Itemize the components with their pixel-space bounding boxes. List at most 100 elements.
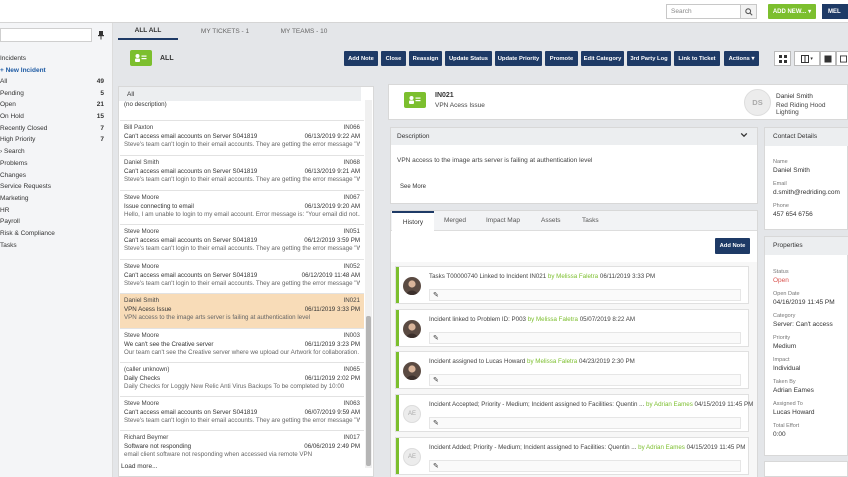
tab-all[interactable]: ALL ALL <box>118 27 178 40</box>
tab-history[interactable]: History <box>392 211 434 231</box>
contact-email[interactable]: d.smith@redriding.com <box>773 189 840 196</box>
actions-dropdown[interactable]: Actions ▾ <box>724 51 759 66</box>
requester-name[interactable]: Daniel Smith <box>776 93 813 100</box>
ticket-list-row[interactable]: Steve Moore IN063 Can't access email acco… <box>120 397 364 431</box>
tab-merged[interactable]: Merged <box>444 217 466 224</box>
list-scrollbar-thumb[interactable] <box>366 316 371 466</box>
history-note-field[interactable]: ✎ <box>429 289 741 301</box>
list-view-button[interactable] <box>774 51 791 66</box>
history-note-field[interactable]: ✎ <box>429 460 741 472</box>
row-caller: Bill Paxton <box>124 124 154 131</box>
history-date: 04/15/2019 11:45 PM <box>686 444 746 451</box>
row-date: 06/11/2019 2:02 PM <box>304 374 360 382</box>
tab-tasks[interactable]: Tasks <box>582 217 599 224</box>
close-button[interactable]: Close <box>381 51 406 66</box>
taken-by-value: Adrian Eames <box>773 387 814 394</box>
tab-my-tickets[interactable]: MY TICKETS - 1 <box>190 28 260 40</box>
ticket-list-row[interactable]: Bill Paxton IN066 Can't access email acco… <box>120 121 364 156</box>
description-heading[interactable]: Description <box>391 128 757 145</box>
sidebar-item-service-requests[interactable]: Service Requests <box>0 181 104 192</box>
sidebar-item-high-priority[interactable]: High Priority 7 <box>0 134 104 145</box>
sidebar-item-hr[interactable]: HR <box>0 205 104 216</box>
third-party-log-button[interactable]: 3rd Party Log <box>627 51 671 66</box>
add-note-button[interactable]: Add Note <box>715 238 750 254</box>
row-id: IN021 <box>343 297 360 304</box>
promote-button[interactable]: Promote <box>545 51 578 66</box>
sidebar-item-incidents[interactable]: Incidents <box>0 53 104 64</box>
split-view-button[interactable] <box>836 51 848 66</box>
row-date: 06/13/2019 9:21 AM <box>304 167 360 175</box>
impact-value[interactable]: Individual <box>773 365 800 372</box>
sidebar-item-label: Service Requests <box>0 183 51 190</box>
history-author-link[interactable]: by Melissa Faletra <box>527 358 577 365</box>
sidebar-item-label: Problems <box>0 160 28 167</box>
tab-my-teams[interactable]: MY TEAMS - 10 <box>272 28 336 40</box>
ticket-list-row[interactable]: (caller unknown) IN065 Daily Checks 06/11/… <box>120 363 364 397</box>
edit-icon[interactable]: ✎ <box>433 419 439 427</box>
ticket-list-row-selected[interactable]: Daniel Smith IN021 VPN Acess Issue 06/11/2… <box>120 294 364 329</box>
tab-assets[interactable]: Assets <box>541 217 561 224</box>
sidebar-item-label: Marketing <box>0 195 29 202</box>
row-preview: Steve's team can't login to their email … <box>124 280 360 287</box>
tab-impact-map[interactable]: Impact Map <box>486 217 520 224</box>
search-button[interactable] <box>740 4 757 19</box>
status-value[interactable]: Open <box>773 277 789 284</box>
sidebar-item-problems[interactable]: Problems <box>0 158 104 169</box>
sidebar-item-all[interactable]: All 49 <box>0 76 104 87</box>
add-note-button[interactable]: Add Note <box>344 51 378 66</box>
ticket-list-row[interactable]: (no description) <box>120 101 364 121</box>
add-new-button[interactable]: ADD NEW... ▾ <box>768 4 816 19</box>
history-author-link[interactable]: by Melissa Faletra <box>528 316 578 323</box>
ticket-list-row[interactable]: Steve Moore IN051 Can't access email acco… <box>120 225 364 260</box>
sidebar-item-risk-compliance[interactable]: Risk & Compliance <box>0 228 104 239</box>
see-more-link[interactable]: See More <box>400 184 426 190</box>
total-effort-label: Total Effort <box>773 423 800 429</box>
sidebar-item-marketing[interactable]: Marketing <box>0 193 104 204</box>
sidebar-item-pending[interactable]: Pending 5 <box>0 88 104 99</box>
reassign-button[interactable]: Reassign <box>409 51 442 66</box>
row-preview: Steve's team can't login to their email … <box>124 141 360 148</box>
edit-icon[interactable]: ✎ <box>433 334 439 342</box>
sidebar-item-changes[interactable]: Changes <box>0 170 104 181</box>
assigned-to-value[interactable]: Lucas Howard <box>773 409 815 416</box>
ticket-list-row[interactable]: Steve Moore IN052 Can't access email acco… <box>120 260 364 294</box>
history-author-link[interactable]: by Adrian Eames <box>638 444 685 451</box>
sidebar-item-new-incident[interactable]: + New Incident <box>0 65 104 76</box>
sidebar-item-tasks[interactable]: Tasks <box>0 240 104 251</box>
edit-icon[interactable]: ✎ <box>433 462 439 470</box>
history-note-field[interactable]: ✎ <box>429 332 741 344</box>
sidebar-item-on-hold[interactable]: On Hold 15 <box>0 111 104 122</box>
row-date: 06/12/2019 3:59 PM <box>304 236 360 244</box>
columns-view-dropdown[interactable]: ▾ <box>794 51 820 66</box>
chevron-down-icon[interactable] <box>740 131 748 139</box>
priority-value[interactable]: Medium <box>773 343 796 350</box>
edit-category-button[interactable]: Edit Category <box>581 51 624 66</box>
ticket-list-row[interactable]: Richard Beymer IN017 Software not respond… <box>120 431 364 463</box>
ticket-subject: VPN Acess Issue <box>435 102 485 109</box>
user-menu-button[interactable]: MEL <box>822 4 848 19</box>
sidebar-item-search[interactable]: › Search <box>0 146 104 157</box>
ticket-list-heading: All <box>119 87 361 101</box>
edit-icon[interactable]: ✎ <box>433 291 439 299</box>
ticket-list-row[interactable]: Daniel Smith IN068 Can't access email acc… <box>120 156 364 191</box>
ticket-list-row[interactable]: Steve Moore IN067 Issue connecting to ema… <box>120 191 364 225</box>
sidebar-item-open[interactable]: Open 21 <box>0 99 104 110</box>
history-note-field[interactable]: ✎ <box>429 417 741 429</box>
edit-icon[interactable]: ✎ <box>433 376 439 384</box>
update-status-button[interactable]: Update Status <box>445 51 492 66</box>
pin-icon[interactable] <box>96 30 106 40</box>
sidebar-item-recently-closed[interactable]: Recently Closed 7 <box>0 123 104 134</box>
link-to-ticket-button[interactable]: Link to Ticket <box>674 51 720 66</box>
update-priority-button[interactable]: Update Priority <box>495 51 542 66</box>
history-author-link[interactable]: by Adrian Eames <box>646 401 693 408</box>
load-more-link[interactable]: Load more... <box>121 463 158 470</box>
sidebar-item-payroll[interactable]: Payroll <box>0 216 104 227</box>
sidebar-item-label: Open <box>0 101 16 108</box>
global-search-input[interactable]: Search <box>666 4 741 19</box>
ticket-list-row[interactable]: Steve Moore IN003 We can't see the Creati… <box>120 329 364 363</box>
history-note-field[interactable]: ✎ <box>429 374 741 386</box>
history-author-link[interactable]: by Melissa Faletra <box>548 273 598 280</box>
detail-view-button[interactable] <box>820 51 836 66</box>
category-value[interactable]: Server: Can't access <box>773 321 833 328</box>
sidebar-filter-input[interactable] <box>0 28 92 42</box>
